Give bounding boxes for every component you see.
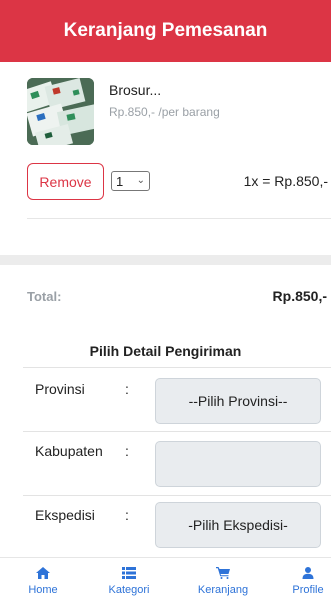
divider [27, 218, 331, 219]
cart-item-actions: Remove 1 ⌄ 1x = Rp.850,- [27, 163, 331, 200]
bottom-navigation: Home Kategori Keranjang Profile [0, 557, 331, 604]
remove-button[interactable]: Remove [27, 163, 104, 200]
nav-home[interactable]: Home [24, 558, 62, 604]
quantity-select[interactable]: 1 ⌄ [111, 171, 150, 191]
user-icon [302, 567, 314, 579]
home-icon [36, 567, 50, 579]
page-title: Keranjang Pemesanan [63, 20, 268, 41]
product-thumbnail [27, 78, 94, 145]
kabupaten-label: Kabupaten [35, 443, 103, 459]
ekspedisi-select[interactable]: -Pilih Ekspedisi- [155, 502, 321, 548]
nav-keranjang[interactable]: Keranjang [193, 558, 253, 604]
item-subtotal: 1x = Rp.850,- [243, 173, 328, 189]
brochure-image [27, 78, 94, 145]
total-value: Rp.850,- [272, 288, 327, 304]
cart-icon [216, 567, 230, 579]
total-label: Total: [27, 289, 62, 304]
shipping-section-title: Pilih Detail Pengiriman [89, 343, 242, 359]
list-icon [122, 567, 136, 579]
form-row-ekspedisi: Ekspedisi : -Pilih Ekspedisi- [23, 495, 331, 557]
form-row-provinsi: Provinsi : --Pilih Provinsi-- [23, 367, 331, 431]
app-header: Keranjang Pemesanan [0, 0, 331, 62]
nav-profile-label: Profile [292, 584, 324, 596]
section-divider [0, 255, 331, 265]
ekspedisi-colon: : [125, 507, 129, 523]
kabupaten-select[interactable] [155, 441, 321, 487]
provinsi-label: Provinsi [35, 381, 85, 397]
product-name: Brosur... [109, 82, 162, 98]
kabupaten-colon: : [125, 443, 129, 459]
ekspedisi-label: Ekspedisi [35, 507, 95, 523]
product-unit-price: Rp.850,- /per barang [109, 105, 220, 119]
form-row-kabupaten: Kabupaten : [23, 431, 331, 495]
provinsi-select[interactable]: --Pilih Provinsi-- [155, 378, 321, 424]
nav-profile[interactable]: Profile [288, 558, 328, 604]
nav-kategori[interactable]: Kategori [104, 558, 154, 604]
nav-keranjang-label: Keranjang [197, 584, 249, 596]
cart-item: Brosur... Rp.850,- /per barang [27, 78, 331, 148]
nav-home-label: Home [28, 584, 58, 596]
provinsi-colon: : [125, 381, 129, 397]
quantity-value: 1 [116, 173, 124, 189]
nav-kategori-label: Kategori [108, 584, 150, 596]
chevron-down-icon: ⌄ [136, 175, 145, 186]
